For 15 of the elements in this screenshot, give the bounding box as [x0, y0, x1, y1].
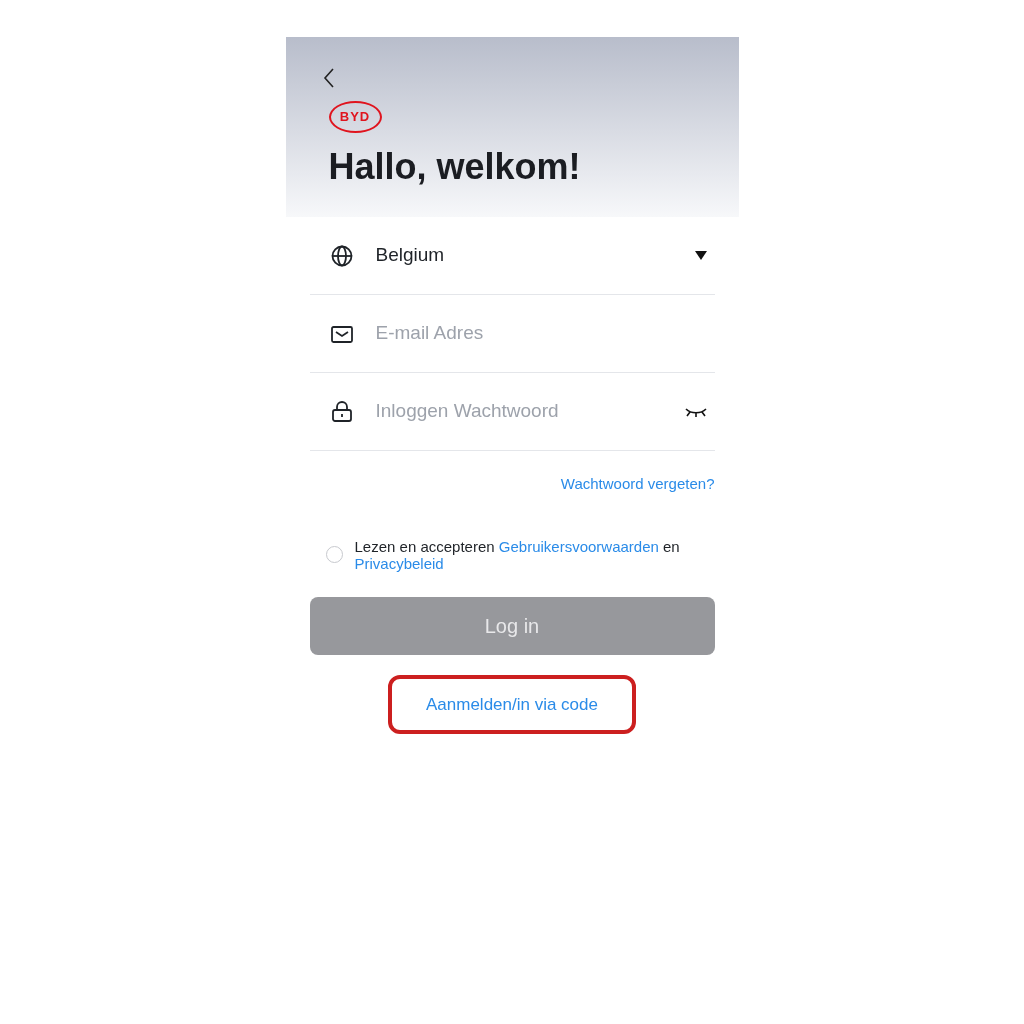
- country-select[interactable]: Belgium: [375, 241, 707, 270]
- policy-link[interactable]: Gebruikersvoorwaarden: [498, 537, 659, 555]
- lock-icon: [329, 399, 354, 424]
- logo: BYD: [328, 101, 382, 133]
- consent-text: Lezen en accepteren Gebruikersvoorwaarden en Privacybeleid: [354, 537, 681, 572]
- dropdown-caret-icon: [694, 251, 707, 260]
- globe-icon: [329, 243, 354, 268]
- code-login-link[interactable]: Aanmelden/in via code: [388, 674, 636, 734]
- policy-link[interactable]: Privacybeleid: [354, 554, 444, 572]
- closed-eye-icon[interactable]: [684, 405, 707, 418]
- email-field[interactable]: E-mail Adres: [375, 319, 707, 348]
- back-icon[interactable]: [321, 67, 336, 89]
- password-field[interactable]: Inloggen Wachtwoord: [375, 397, 663, 426]
- forgot-password-link[interactable]: Wachtwoord vergeten?: [560, 473, 715, 496]
- welcome-title: Hallo, welkom!: [328, 149, 582, 185]
